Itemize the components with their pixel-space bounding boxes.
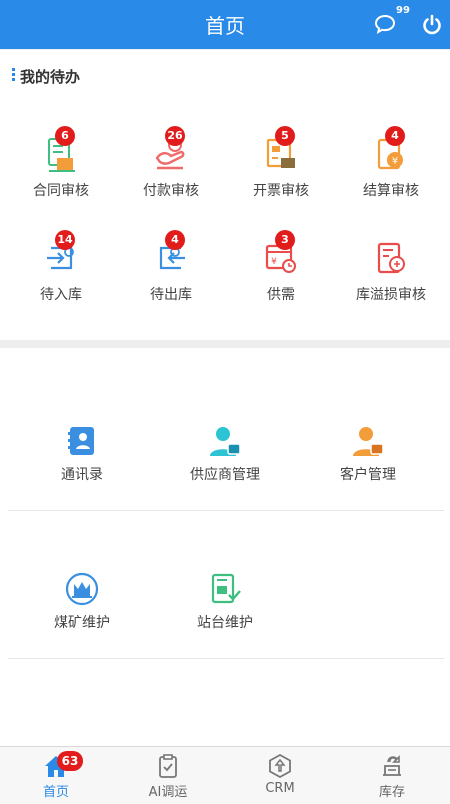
todo-pending-outbound[interactable]: 4 待出库 [116, 230, 226, 304]
message-count: 99 [396, 5, 410, 16]
item-label: 待入库 [40, 287, 82, 303]
item-label: 结算审核 [363, 183, 419, 199]
item-label: 开票审核 [253, 183, 309, 199]
tab-label: CRM [265, 781, 295, 796]
tab-label: 首页 [42, 785, 69, 800]
badge: 4 [165, 230, 185, 250]
badge: 14 [55, 230, 75, 250]
todo-section: 我的待办 6 合同审核 26 付款审核 5 开票审核 ¥ 4 结算审核 14 待… [0, 50, 450, 340]
item-label: 待出库 [150, 287, 192, 303]
badge: 5 [275, 126, 295, 146]
badge: 4 [385, 126, 405, 146]
todo-settlement-review[interactable]: ¥ 4 结算审核 [336, 126, 446, 200]
module-label: 供应商管理 [190, 467, 260, 483]
tab-label: AI调运 [148, 785, 188, 800]
message-icon[interactable] [374, 13, 396, 35]
todo-pending-inbound[interactable]: 14 待入库 [6, 230, 116, 304]
module-label: 客户管理 [340, 467, 396, 483]
tab-ai-dispatch[interactable]: AI调运 [112, 747, 224, 804]
todo-payment-review[interactable]: 26 付款审核 [116, 126, 226, 200]
item-label: 供需 [267, 287, 295, 303]
tab-crm[interactable]: CRM [224, 747, 336, 804]
row-divider [8, 658, 444, 659]
todo-title-text: 我的待办 [20, 68, 81, 86]
todo-inventory-loss-review[interactable]: 库溢损审核 [336, 238, 446, 304]
todo-title: 我的待办 [12, 66, 80, 87]
module-coal-mine-maintenance[interactable]: 煤矿维护 [27, 572, 137, 632]
inventory-loss-icon [377, 242, 405, 274]
badge: 6 [55, 126, 75, 146]
module-supplier-management[interactable]: 供应商管理 [170, 424, 280, 484]
customer-icon [353, 427, 384, 456]
module-contacts[interactable]: 通讯录 [27, 424, 137, 484]
contacts-icon [68, 427, 94, 455]
section-divider [0, 340, 450, 348]
power-icon[interactable] [421, 14, 443, 36]
todo-supply-demand[interactable]: ¥ 3 供需 [226, 230, 336, 304]
module-customer-management[interactable]: 客户管理 [313, 424, 423, 484]
inventory-icon [383, 755, 401, 776]
coal-mine-icon [65, 572, 99, 606]
module-station-maintenance[interactable]: 站台维护 [170, 572, 280, 632]
todo-invoice-review[interactable]: 5 开票审核 [226, 126, 336, 200]
tab-home[interactable]: 63 首页 [0, 747, 112, 804]
top-bar: 首页 99 [0, 0, 450, 49]
tab-inventory[interactable]: 库存 [336, 747, 448, 804]
row-divider [8, 510, 444, 511]
item-label: 付款审核 [143, 183, 199, 199]
badge: 3 [275, 230, 295, 250]
tab-label: 库存 [378, 785, 405, 800]
dispatch-icon [159, 754, 177, 778]
modules-section: 通讯录 供应商管理 客户管理 煤矿维护 站台维护 [0, 348, 450, 746]
crm-icon [269, 753, 291, 779]
item-label: 库溢损审核 [356, 287, 426, 303]
station-icon [211, 573, 241, 604]
supplier-icon [210, 427, 241, 456]
section-marker [12, 68, 15, 82]
module-label: 通讯录 [61, 467, 103, 483]
svg-text:¥: ¥ [392, 156, 398, 167]
todo-contract-review[interactable]: 6 合同审核 [6, 126, 116, 200]
badge: 26 [165, 126, 185, 146]
item-label: 合同审核 [33, 183, 89, 199]
bottom-tab-bar: 63 首页 AI调运 CRM 库存 [0, 746, 450, 804]
svg-text:¥: ¥ [271, 257, 277, 267]
module-label: 煤矿维护 [54, 615, 110, 631]
home-badge: 63 [57, 751, 83, 771]
module-label: 站台维护 [197, 615, 253, 631]
